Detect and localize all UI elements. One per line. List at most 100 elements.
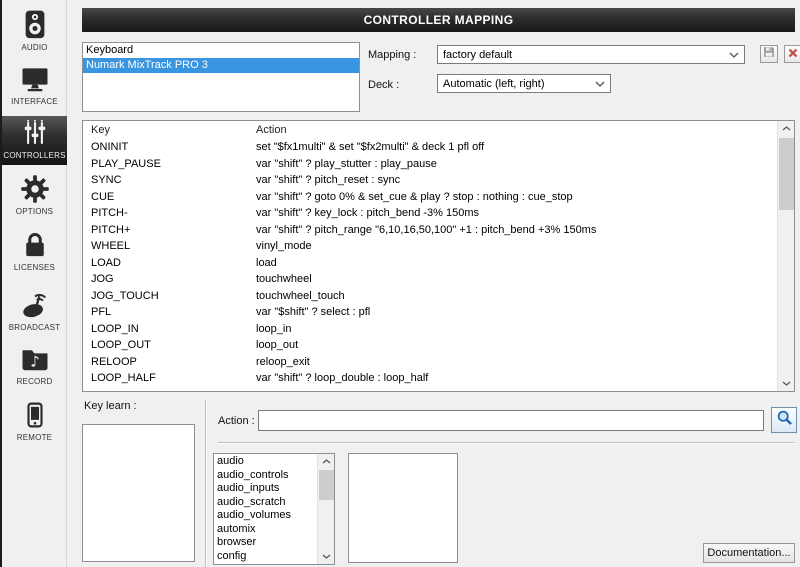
cell-key: SYNC xyxy=(91,174,122,186)
category-rows: audio audio_controls audio_inputs audio_scr… xyxy=(214,455,317,564)
action-category-list[interactable]: audio audio_controls audio_inputs audio_scr… xyxy=(213,453,335,565)
cell-action: touchwheel xyxy=(256,273,312,285)
sidebar-item-remote[interactable]: REMOTE xyxy=(2,398,67,448)
category-list-item[interactable]: audio xyxy=(214,455,317,469)
sidebar-item-label: BROADCAST xyxy=(8,323,61,332)
cell-action: var "shift" ? pitch_reset : sync xyxy=(256,174,401,186)
documentation-button-label: Documentation... xyxy=(707,547,791,559)
category-list-item[interactable]: audio_inputs xyxy=(214,482,317,496)
scrollbar-thumb[interactable] xyxy=(319,470,334,500)
cell-action: var "shift" ? loop_double : loop_half xyxy=(256,372,429,384)
delete-mapping-button[interactable] xyxy=(784,45,800,63)
key-learn-label: Key learn : xyxy=(84,400,137,412)
cell-key: JOG_TOUCH xyxy=(91,289,159,302)
category-list-item[interactable]: config xyxy=(214,550,317,564)
sidebar-item-licenses[interactable]: LICENSES xyxy=(2,228,67,278)
table-row[interactable]: PLAY_PAUSE var "shift" ? play_stutter : p… xyxy=(83,156,777,173)
cell-key: CUE xyxy=(91,190,115,203)
category-list-item[interactable]: audio_volumes xyxy=(214,509,317,523)
broadcast-icon xyxy=(19,288,51,322)
table-row[interactable]: WHEEL vinyl_mode xyxy=(83,238,777,255)
delete-x-icon xyxy=(788,45,798,63)
sidebar-item-interface[interactable]: INTERFACE xyxy=(2,62,67,112)
cell-key: PFL xyxy=(91,306,112,318)
table-row[interactable]: JOG touchwheel xyxy=(83,271,777,288)
table-row[interactable]: LOOP_HALF var "shift" ? loop_double : loo… xyxy=(83,370,777,387)
mapping-label: Mapping : xyxy=(368,49,417,61)
table-row[interactable]: LOOP_IN loop_in xyxy=(83,321,777,338)
table-row[interactable]: JOG_TOUCH touchwheel_touch xyxy=(83,288,777,305)
category-list-item[interactable]: audio_scratch xyxy=(214,496,317,510)
sidebar-item-label: AUDIO xyxy=(21,43,48,52)
sidebar-item-broadcast[interactable]: BROADCAST xyxy=(2,288,67,338)
table-row[interactable]: LOOP_OUT loop_out xyxy=(83,337,777,354)
column-header-key[interactable]: Key xyxy=(83,121,256,139)
cell-action: set "$fx1multi" & set "$fx2multi" & deck… xyxy=(256,141,485,153)
cell-key: RELOOP xyxy=(91,355,137,368)
save-mapping-button[interactable] xyxy=(760,45,778,63)
sidebar-item-label: REMOTE xyxy=(16,433,53,442)
cell-action: var "shift" ? pitch_range "6,10,16,50,10… xyxy=(256,223,597,236)
chevron-down-icon xyxy=(595,78,605,90)
table-scrollbar[interactable] xyxy=(777,121,794,391)
category-list-item[interactable]: audio_controls xyxy=(214,469,317,483)
sidebar-item-label: INTERFACE xyxy=(11,97,58,106)
table-row[interactable]: PITCH-var "shift" ? key_lock : pitch_ben… xyxy=(83,205,777,222)
scroll-down-icon[interactable] xyxy=(778,376,795,391)
action-sub-list[interactable] xyxy=(348,453,458,563)
table-rows: ONINIT set "$fx1multi" & set "$fx2multi" … xyxy=(83,139,777,387)
cell-action: var "shift" ? key_lock : pitch_bend -3% … xyxy=(256,207,480,219)
scroll-up-icon[interactable] xyxy=(318,454,334,469)
deck-label: Deck : xyxy=(368,79,400,91)
device-list-item[interactable]: Numark MixTrack PRO 3 xyxy=(83,58,359,73)
page-title: CONTROLLER MAPPING xyxy=(363,13,514,27)
sidebar-item-record[interactable]: ♪ RECORD xyxy=(2,342,67,392)
table-row[interactable]: ONINIT set "$fx1multi" & set "$fx2multi" … xyxy=(83,139,777,156)
key-learn-list[interactable] xyxy=(82,424,195,562)
action-search-button[interactable] xyxy=(771,407,797,433)
category-list-item[interactable]: browser xyxy=(214,536,317,550)
sidebar-item-controllers[interactable]: CONTROLLERS xyxy=(2,116,67,165)
sliders-icon xyxy=(21,116,49,150)
scroll-up-icon[interactable] xyxy=(778,121,795,136)
table-row[interactable]: RELOOP reloop_exit xyxy=(83,354,777,371)
table-row[interactable]: SYNC var "shift" ? pitch_reset : sync xyxy=(83,172,777,189)
mapping-table-body: Key Action ONINIT set "$fx1multi" & set "… xyxy=(83,121,777,391)
device-list-item[interactable]: Keyboard xyxy=(83,43,359,58)
device-list[interactable]: Keyboard Numark MixTrack PRO 3 xyxy=(82,42,360,112)
action-input[interactable] xyxy=(258,410,764,431)
cell-key: ONINIT xyxy=(91,141,129,153)
sidebar-item-audio[interactable]: AUDIO xyxy=(2,8,67,58)
documentation-button[interactable]: Documentation... xyxy=(703,543,795,563)
cell-action: var "shift" ? goto 0% & set_cue & play ?… xyxy=(256,190,573,203)
svg-text:♪: ♪ xyxy=(30,353,40,371)
cell-key: PITCH+ xyxy=(91,223,131,236)
record-folder-icon: ♪ xyxy=(19,342,51,376)
cell-action: load xyxy=(256,256,277,269)
deck-select[interactable]: Automatic (left, right) xyxy=(437,74,611,93)
cell-action: touchwheel_touch xyxy=(256,289,345,302)
cell-action: loop_in xyxy=(256,322,292,335)
scroll-down-icon[interactable] xyxy=(318,549,334,564)
table-row[interactable]: PFL var "$shift" ? select : pfl xyxy=(83,304,777,321)
category-scrollbar[interactable] xyxy=(317,454,334,564)
table-row[interactable]: LOAD load xyxy=(83,255,777,272)
cell-action: var "$shift" ? select : pfl xyxy=(256,306,371,318)
cell-key: LOOP_IN xyxy=(91,322,139,335)
category-list-item[interactable]: controller xyxy=(214,563,317,564)
category-list-item[interactable]: automix xyxy=(214,523,317,537)
cell-action: loop_out xyxy=(256,339,299,351)
table-row[interactable]: PITCH+ var "shift" ? pitch_range "6,10,16… xyxy=(83,222,777,239)
lock-icon xyxy=(21,228,49,262)
table-row[interactable]: CUE var "shift" ? goto 0% & set_cue & pla… xyxy=(83,189,777,206)
cell-key: PLAY_PAUSE xyxy=(91,157,161,170)
cell-key: WHEEL xyxy=(91,240,131,252)
column-header-action[interactable]: Action xyxy=(256,121,777,139)
sidebar-item-options[interactable]: OPTIONS xyxy=(2,172,67,222)
mapping-table: Key Action ONINIT set "$fx1multi" & set "… xyxy=(82,120,795,392)
page-header: CONTROLLER MAPPING xyxy=(82,8,795,32)
cell-key: PITCH- xyxy=(91,207,128,219)
scrollbar-thumb[interactable] xyxy=(779,138,794,210)
mapping-select[interactable]: factory default xyxy=(437,45,745,64)
deck-select-value: Automatic (left, right) xyxy=(443,77,545,90)
